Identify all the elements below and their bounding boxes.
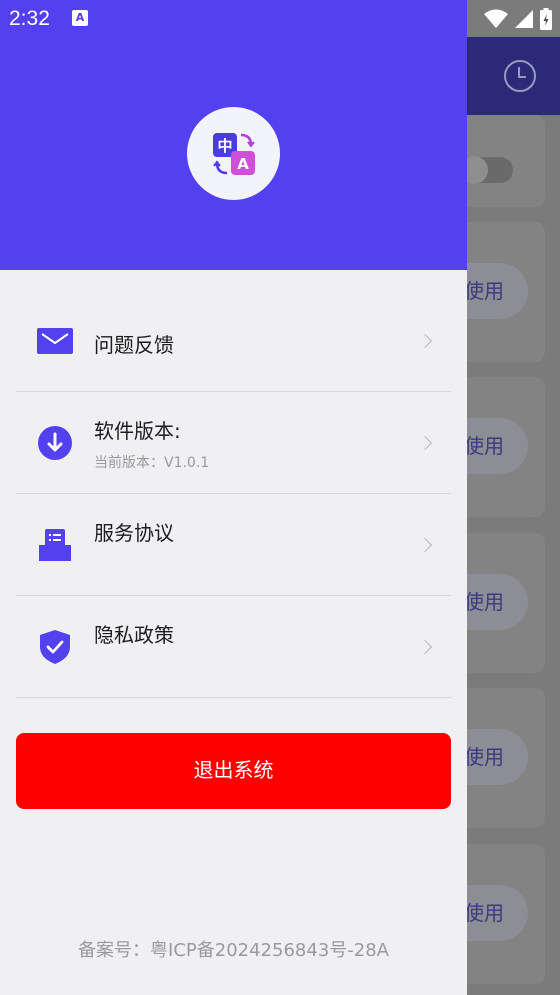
- menu-item-version[interactable]: 软件版本: 当前版本：V1.0.1: [16, 392, 451, 494]
- chevron-right-icon: [417, 639, 433, 655]
- wifi-icon: [484, 9, 508, 28]
- svg-text:中: 中: [217, 137, 232, 155]
- menu-item-service-agreement[interactable]: 服务协议: [16, 494, 451, 596]
- chevron-right-icon: [417, 435, 433, 451]
- logout-button[interactable]: 退出系统: [16, 733, 451, 809]
- app-logo: 中 A: [187, 107, 280, 200]
- document-tray-icon: [36, 526, 74, 564]
- status-bar: 2:32 A: [0, 0, 560, 37]
- download-icon: [36, 424, 74, 462]
- status-time: 2:32: [9, 7, 50, 30]
- history-clock-icon: [504, 60, 536, 92]
- shield-check-icon: [36, 628, 74, 666]
- status-icons: [484, 8, 552, 30]
- menu-item-feedback[interactable]: 问题反馈: [16, 290, 451, 392]
- menu-item-label: 服务协议: [94, 521, 174, 545]
- translate-icon: 中 A: [212, 132, 255, 175]
- svg-text:A: A: [237, 155, 249, 173]
- icp-filing-text: 备案号：粤ICP备2024256843号-28A: [78, 940, 389, 961]
- signal-icon: [515, 10, 533, 28]
- mail-icon: [36, 322, 74, 360]
- menu-item-privacy-policy[interactable]: 隐私政策: [16, 596, 451, 698]
- menu-item-label: 软件版本:: [94, 419, 181, 443]
- menu-item-label: 隐私政策: [94, 623, 174, 647]
- chevron-right-icon: [417, 537, 433, 553]
- battery-icon: [540, 8, 552, 30]
- current-version-text: 当前版本：V1.0.1: [94, 455, 210, 471]
- navigation-drawer: 中 A 问题反馈 软件版本: 当前版本：V1.0.1 服务协议 隐私政策 退出系…: [0, 0, 467, 995]
- chevron-right-icon: [417, 333, 433, 349]
- menu-item-label: 问题反馈: [94, 333, 174, 357]
- drawer-header: 中 A: [0, 0, 467, 270]
- notification-app-icon: A: [72, 10, 88, 26]
